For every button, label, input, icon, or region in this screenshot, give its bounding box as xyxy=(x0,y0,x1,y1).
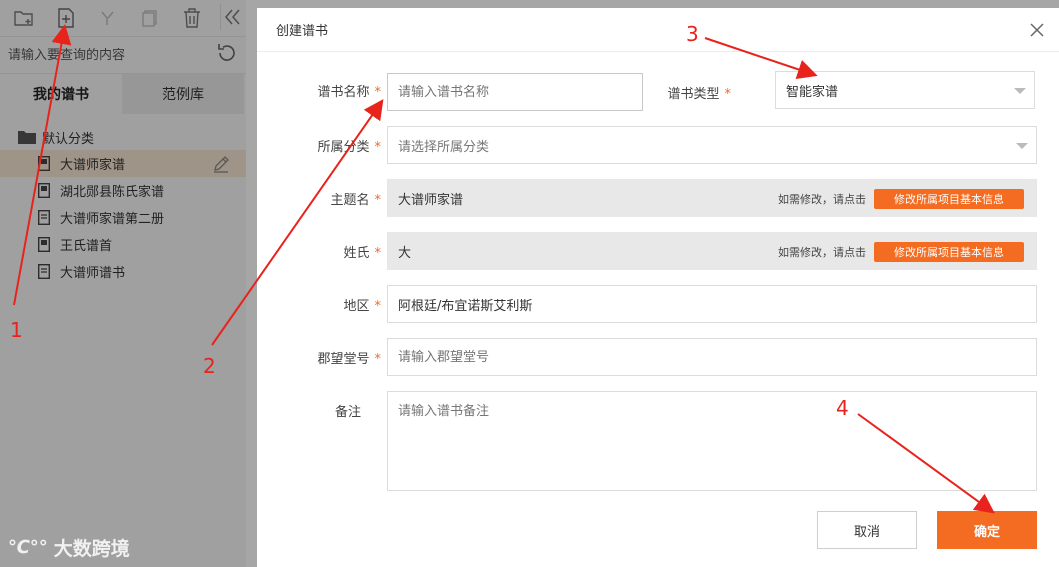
region-value: 阿根廷/布宜诺斯艾利斯 xyxy=(398,298,533,314)
remark-placeholder: 请输入谱书备注 xyxy=(398,404,490,419)
region-field[interactable]: 阿根廷/布宜诺斯艾利斯 xyxy=(387,285,1037,323)
annotation-number-4: 4 xyxy=(836,396,849,420)
category-select[interactable]: 请选择所属分类 xyxy=(387,126,1037,164)
create-book-dialog: 创建谱书 谱书名称* 谱书类型* 智能家谱 所属分类* 请选择所属分类 主题名*… xyxy=(257,8,1059,567)
hall-input[interactable] xyxy=(387,338,1037,376)
category-placeholder: 请选择所属分类 xyxy=(398,139,490,155)
edit-project-info-button[interactable]: 修改所属项目基本信息 xyxy=(874,189,1024,209)
confirm-button[interactable]: 确定 xyxy=(937,511,1037,549)
edit-project-info-button[interactable]: 修改所属项目基本信息 xyxy=(874,242,1024,262)
category-label: 所属分类 * xyxy=(317,140,381,155)
surname-label: 姓氏 * xyxy=(343,246,381,261)
dialog-header: 创建谱书 xyxy=(257,8,1059,52)
book-name-label: 谱书名称 * xyxy=(317,85,381,100)
watermark-logo: ℃°° xyxy=(8,537,48,558)
chevron-down-icon xyxy=(1014,88,1026,94)
annotation-number-3: 3 xyxy=(686,22,699,46)
close-icon[interactable] xyxy=(1015,8,1059,52)
remark-textarea[interactable]: 请输入谱书备注 xyxy=(387,391,1037,491)
region-label: 地区 * xyxy=(343,299,381,314)
theme-field: 大谱师家谱 如需修改，请点击 修改所属项目基本信息 xyxy=(387,179,1037,217)
book-type-value: 智能家谱 xyxy=(786,84,839,100)
book-type-select[interactable]: 智能家谱 xyxy=(775,71,1035,109)
surname-tip: 如需修改，请点击 xyxy=(778,246,866,259)
annotation-number-1: 1 xyxy=(10,318,23,342)
dialog-title: 创建谱书 xyxy=(276,24,329,39)
chevron-down-icon xyxy=(1016,143,1028,149)
theme-tip: 如需修改，请点击 xyxy=(778,193,866,206)
watermark: ℃°° 大数跨境 xyxy=(8,534,130,561)
book-name-input[interactable] xyxy=(387,73,643,111)
cancel-button[interactable]: 取消 xyxy=(817,511,917,549)
hall-label: 郡望堂号 * xyxy=(317,352,381,367)
theme-label: 主题名 * xyxy=(330,193,381,208)
book-type-label: 谱书类型 * xyxy=(667,87,731,102)
theme-value: 大谱师家谱 xyxy=(398,192,464,208)
annotation-number-2: 2 xyxy=(203,354,216,378)
watermark-text: 大数跨境 xyxy=(53,538,130,560)
remark-label: 备注 xyxy=(334,405,361,420)
surname-field: 大 如需修改，请点击 修改所属项目基本信息 xyxy=(387,232,1037,270)
surname-value: 大 xyxy=(398,245,412,261)
